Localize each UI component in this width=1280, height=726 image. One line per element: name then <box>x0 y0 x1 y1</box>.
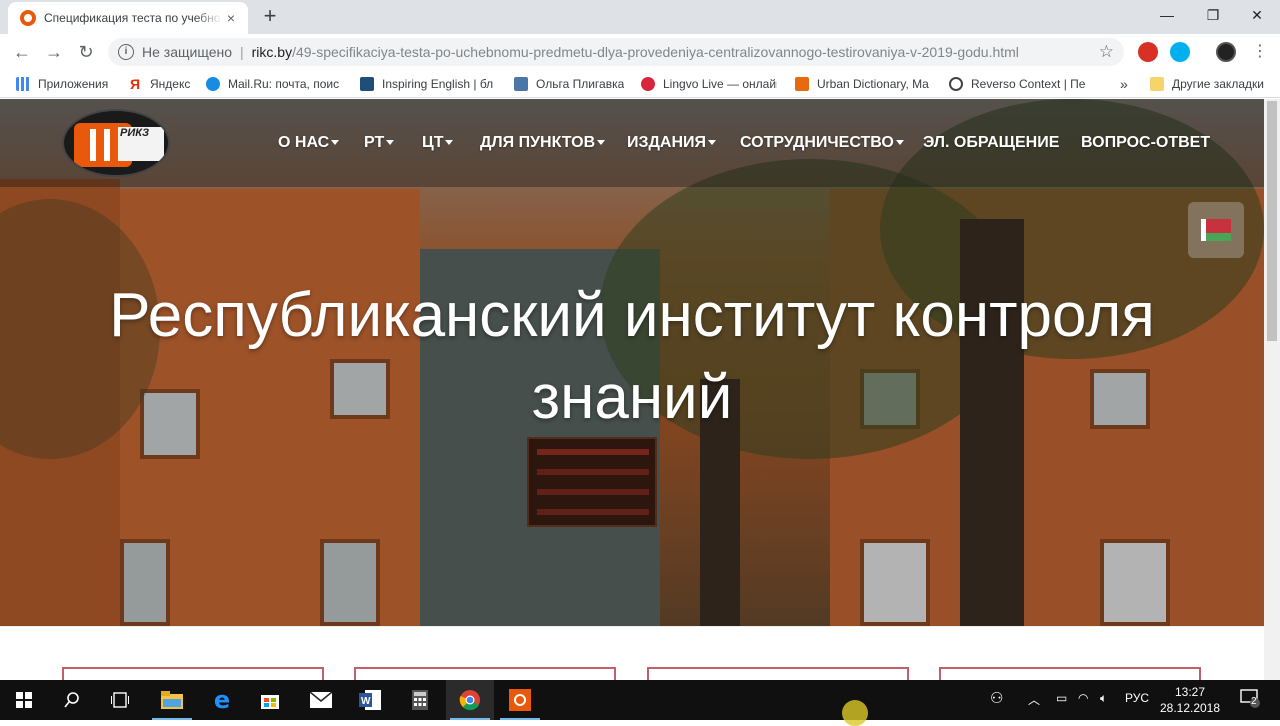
bookmark-lingvo[interactable]: Lingvo Live — онлайн <box>641 76 777 92</box>
url-path: /49-specifikaciya-testa-po-uchebnomu-pre… <box>292 44 1019 60</box>
caret-down-icon <box>597 140 606 146</box>
content-card[interactable] <box>354 667 616 680</box>
belarus-flag-icon <box>1201 219 1231 241</box>
menu-publications[interactable]: ИЗДАНИЯ <box>627 134 717 152</box>
calculator-icon[interactable] <box>396 680 444 720</box>
page-scrollbar[interactable] <box>1264 99 1280 680</box>
caret-down-icon <box>895 140 904 146</box>
menu-e-appeal[interactable]: ЭЛ. ОБРАЩЕНИЕ <box>923 134 1059 152</box>
svg-text:W: W <box>361 696 371 707</box>
language-switch-by[interactable] <box>1188 202 1244 258</box>
security-status[interactable]: Не защищено <box>142 44 232 60</box>
rikz-logo[interactable]: РИКЗ <box>62 109 170 177</box>
menu-rt[interactable]: РТ <box>364 134 395 152</box>
edge-icon[interactable]: e <box>198 680 246 720</box>
tab-title: Спецификация теста по учебно <box>44 11 221 25</box>
window-minimize-button[interactable]: — <box>1144 0 1190 30</box>
back-button[interactable]: ← <box>8 38 36 66</box>
content-area <box>0 626 1264 680</box>
bookmark-inspiring-english[interactable]: Inspiring English | бл <box>360 76 498 92</box>
battery-icon[interactable]: ▭ <box>1056 691 1067 705</box>
notification-count: 2 <box>1251 696 1257 707</box>
hero-headline: Республиканский институт контроля знаний <box>109 281 1155 432</box>
chrome-icon[interactable] <box>446 680 494 720</box>
caret-down-icon <box>708 140 717 146</box>
people-icon[interactable]: ⚇ <box>990 689 1003 707</box>
clock-date: 28.12.2018 <box>1159 701 1221 715</box>
input-language[interactable]: РУС <box>1125 691 1149 705</box>
reverso-icon <box>949 77 963 91</box>
bookmarks-bar: Приложения Я Яндекс Mail.Ru: почта, поис… <box>0 70 1280 98</box>
extension-opera-icon[interactable] <box>1138 42 1158 62</box>
profile-avatar[interactable] <box>1216 42 1236 62</box>
screen-recorder-icon[interactable] <box>496 680 544 720</box>
caret-down-icon <box>331 140 340 146</box>
menu-faq[interactable]: ВОПРОС-ОТВЕТ <box>1081 134 1210 152</box>
bookmark-reverso[interactable]: Reverso Context | Пе <box>949 76 1087 92</box>
clock-time: 13:27 <box>1174 685 1206 699</box>
tab-close-icon[interactable]: × <box>222 9 240 27</box>
apps-grid-icon <box>16 77 30 91</box>
store-icon[interactable] <box>246 680 294 720</box>
hero-section: РИКЗ О НАС РТ ЦТ ДЛЯ ПУНКТОВ ИЗДАНИЯ СОТ… <box>0 99 1264 626</box>
inspiring-english-icon <box>360 77 374 91</box>
content-card[interactable] <box>647 667 909 680</box>
url-host: rikc.by <box>251 44 293 60</box>
bookmark-vk[interactable]: Ольга Плигавка <box>514 76 632 92</box>
menu-for-points[interactable]: ДЛЯ ПУНКТОВ <box>480 134 606 152</box>
site-navbar: РИКЗ О НАС РТ ЦТ ДЛЯ ПУНКТОВ ИЗДАНИЯ СОТ… <box>0 99 1264 187</box>
system-clock[interactable]: 13:27 28.12.2018 <box>1150 684 1230 716</box>
lingvo-icon <box>641 77 655 91</box>
browser-tab-strip: Спецификация теста по учебно × + — ❐ ✕ <box>0 0 1280 34</box>
vk-icon <box>514 77 528 91</box>
extension-skype-icon[interactable] <box>1170 42 1190 62</box>
task-view-icon[interactable] <box>96 680 144 720</box>
bookmark-yandex[interactable]: Я Яндекс <box>128 76 198 92</box>
browser-toolbar: ← → ↻ i Не защищено | rikc.by/49-specifi… <box>0 34 1280 70</box>
bookmark-urban-dictionary[interactable]: Urban Dictionary, Ma <box>795 76 931 92</box>
scrollbar-thumb[interactable] <box>1267 101 1277 341</box>
windows-start-icon[interactable] <box>0 680 48 720</box>
reload-button[interactable]: ↻ <box>72 38 100 66</box>
yandex-icon: Я <box>128 76 142 92</box>
window-close-button[interactable]: ✕ <box>1234 0 1280 30</box>
bookmark-mailru[interactable]: Mail.Ru: почта, поис <box>206 76 346 92</box>
content-card[interactable] <box>62 667 324 680</box>
browser-tab[interactable]: Спецификация теста по учебно × <box>8 2 248 34</box>
menu-cooperation[interactable]: СОТРУДНИЧЕСТВО <box>740 134 904 152</box>
chrome-menu-icon[interactable]: ⋮ <box>1246 38 1274 66</box>
mouse-cursor-highlight <box>842 700 868 726</box>
file-explorer-icon[interactable] <box>148 680 196 720</box>
address-bar[interactable]: i Не защищено | rikc.by/49-specifikaciya… <box>108 38 1124 66</box>
folder-icon <box>1150 77 1164 91</box>
windows-taskbar: e W ⚇ ︿ ▭ ◠ 🔈︎ РУС 13:27 28.12.2018 2 <box>0 680 1280 720</box>
logo-text: РИКЗ <box>120 127 150 139</box>
bookmark-apps[interactable]: Приложения <box>16 76 116 92</box>
content-card[interactable] <box>939 667 1201 680</box>
caret-down-icon <box>445 140 454 146</box>
site-favicon-icon <box>20 10 36 26</box>
forward-button[interactable]: → <box>40 38 68 66</box>
other-bookmarks-folder[interactable]: Другие закладки <box>1150 76 1274 92</box>
omnibox-separator: | <box>240 44 244 60</box>
web-page: РИКЗ О НАС РТ ЦТ ДЛЯ ПУНКТОВ ИЗДАНИЯ СОТ… <box>0 99 1264 680</box>
action-center-icon[interactable]: 2 <box>1240 688 1260 711</box>
search-icon[interactable] <box>48 680 96 720</box>
show-hidden-icons-icon[interactable]: ︿ <box>1028 691 1040 708</box>
mailru-icon <box>206 77 220 91</box>
mail-icon[interactable] <box>297 680 345 720</box>
network-icon[interactable]: ◠ <box>1078 691 1088 705</box>
menu-about[interactable]: О НАС <box>278 134 340 152</box>
bookmark-star-icon[interactable]: ☆ <box>1099 42 1114 62</box>
word-icon[interactable]: W <box>346 680 394 720</box>
caret-down-icon <box>386 140 395 146</box>
urban-dictionary-icon <box>795 77 809 91</box>
bookmarks-overflow-button[interactable]: » <box>1120 76 1134 92</box>
menu-ct[interactable]: ЦТ <box>422 134 454 152</box>
site-info-icon[interactable]: i <box>118 44 134 60</box>
window-restore-button[interactable]: ❐ <box>1190 0 1236 30</box>
new-tab-button[interactable]: + <box>258 5 282 29</box>
volume-icon[interactable]: 🔈︎ <box>1100 691 1107 706</box>
